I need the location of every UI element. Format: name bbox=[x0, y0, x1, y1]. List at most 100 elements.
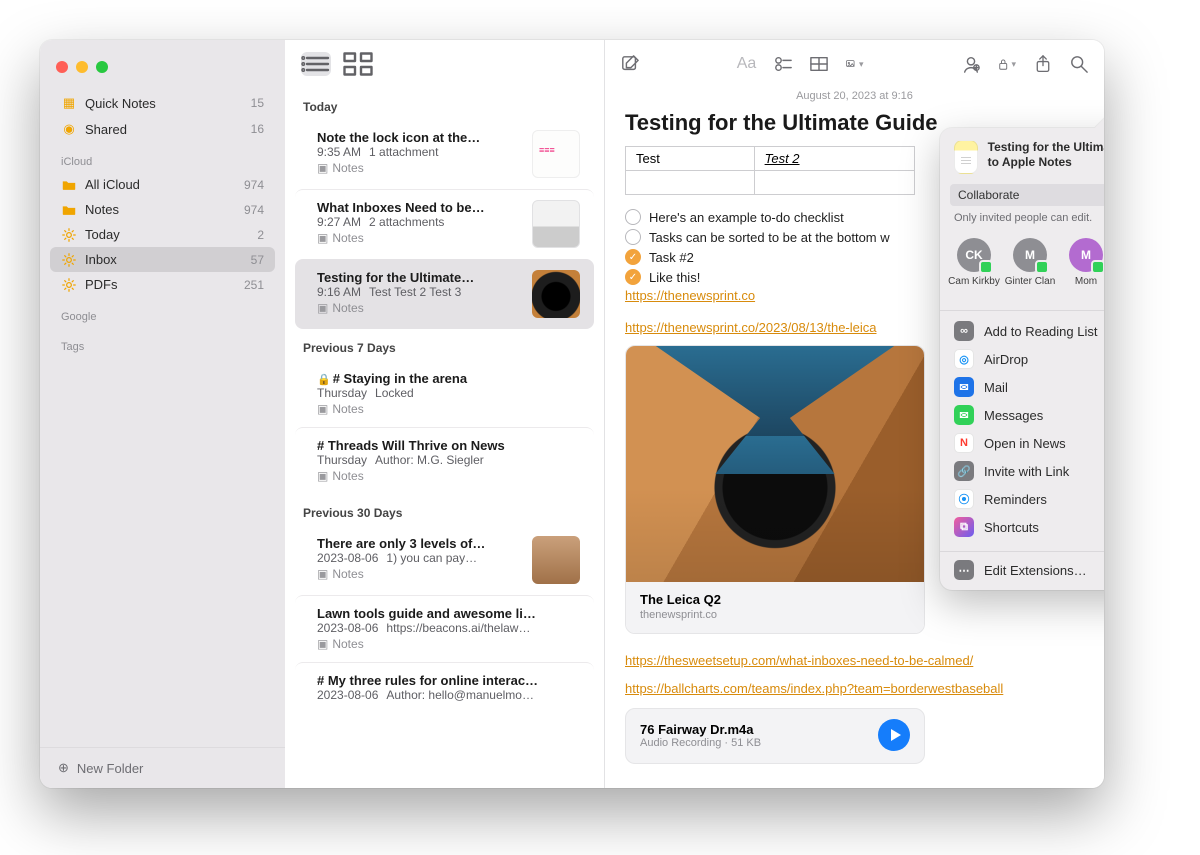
checklist-text: Task #2 bbox=[649, 250, 694, 265]
messages-badge-icon bbox=[1091, 260, 1104, 274]
table-cell[interactable] bbox=[754, 171, 914, 195]
format-button[interactable]: Aa bbox=[738, 55, 756, 73]
grid-view-button[interactable] bbox=[343, 52, 373, 76]
table-cell[interactable]: Test 2 bbox=[754, 147, 914, 171]
table-cell[interactable] bbox=[626, 171, 755, 195]
folder-icon bbox=[61, 253, 77, 267]
note-list-item[interactable]: # My three rules for online interac… 202… bbox=[295, 662, 594, 713]
table-button[interactable] bbox=[810, 55, 828, 73]
note-item-meta: Test Test 2 Test 3 bbox=[369, 285, 461, 299]
messages-badge-icon bbox=[979, 260, 993, 274]
share-person[interactable]: MGinter Clan bbox=[1003, 238, 1057, 298]
folder-icon: ▣ bbox=[317, 301, 328, 315]
share-target[interactable]: ◎AirDrop bbox=[940, 345, 1104, 373]
list-view-button[interactable] bbox=[301, 52, 331, 76]
close-window-button[interactable] bbox=[56, 61, 68, 73]
permission-text: Only invited people can edit. bbox=[954, 212, 1092, 224]
person-name: Ginter Clan bbox=[1005, 276, 1056, 287]
checkbox[interactable] bbox=[625, 229, 641, 245]
share-target[interactable]: ✉Messages bbox=[940, 401, 1104, 429]
lock-icon: 🔒 bbox=[317, 374, 331, 386]
note-item-title: There are only 3 levels of… bbox=[317, 536, 522, 551]
share-button[interactable] bbox=[1034, 55, 1052, 73]
sidebar-section-header[interactable]: Tags bbox=[50, 327, 275, 357]
sidebar-item[interactable]: Inbox 57 bbox=[50, 247, 275, 272]
app-icon: 🔗 bbox=[954, 461, 974, 481]
body-link[interactable]: https://thenewsprint.co/2023/08/13/the-l… bbox=[625, 320, 877, 335]
note-list-item[interactable]: # Threads Will Thrive on News ThursdayAu… bbox=[295, 427, 594, 494]
note-list-item[interactable]: Lawn tools guide and awesome li… 2023-08… bbox=[295, 595, 594, 662]
link-preview-card[interactable]: The Leica Q2 thenewsprint.co bbox=[625, 345, 925, 634]
shared-icon: ◉ bbox=[61, 121, 77, 137]
body-link[interactable]: https://thenewsprint.co bbox=[625, 288, 755, 303]
body-link[interactable]: https://ballcharts.com/teams/index.php?t… bbox=[625, 681, 1003, 696]
app-icon: N bbox=[954, 433, 974, 453]
checkbox[interactable]: ✓ bbox=[625, 269, 641, 285]
lock-button[interactable]: ▾ bbox=[998, 55, 1016, 73]
share-target[interactable]: ✉Mail bbox=[940, 373, 1104, 401]
share-mode-select[interactable]: Collaborate bbox=[950, 184, 1104, 206]
sidebar-section-header[interactable]: Google bbox=[50, 297, 275, 327]
note-folder-label: Notes bbox=[332, 161, 363, 175]
sidebar-section-header[interactable]: iCloud bbox=[50, 142, 275, 172]
note-table[interactable]: TestTest 2 bbox=[625, 146, 915, 195]
folder-icon bbox=[61, 228, 77, 242]
share-permissions-row[interactable]: Only invited people can edit. › bbox=[940, 206, 1104, 234]
media-button[interactable]: ▾ bbox=[846, 55, 864, 73]
checkbox[interactable] bbox=[625, 209, 641, 225]
note-list-item[interactable]: Testing for the Ultimate… 9:16 AMTest Te… bbox=[295, 259, 594, 329]
note-item-time: Thursday bbox=[317, 386, 367, 400]
table-cell[interactable]: Test bbox=[626, 147, 755, 171]
share-target[interactable]: 🔗Invite with Link bbox=[940, 457, 1104, 485]
note-item-title: Lawn tools guide and awesome li… bbox=[317, 606, 580, 621]
note-thumbnail bbox=[532, 270, 580, 318]
sidebar-shared[interactable]: ◉ Shared 16 bbox=[50, 116, 275, 142]
note-folder-label: Notes bbox=[332, 469, 363, 483]
share-target[interactable]: NOpen in News bbox=[940, 429, 1104, 457]
play-button[interactable] bbox=[878, 719, 910, 751]
checkbox[interactable]: ✓ bbox=[625, 249, 641, 265]
app-icon: ✉ bbox=[954, 377, 974, 397]
folder-icon: ▣ bbox=[317, 402, 328, 416]
note-list-item[interactable]: What Inboxes Need to be… 9:27 AM2 attach… bbox=[295, 189, 594, 259]
compose-button[interactable] bbox=[621, 55, 639, 73]
fullscreen-window-button[interactable] bbox=[96, 61, 108, 73]
minimize-window-button[interactable] bbox=[76, 61, 88, 73]
app-icon: ∞ bbox=[954, 321, 974, 341]
app-icon: ⧉ bbox=[954, 517, 974, 537]
collaborate-button[interactable] bbox=[962, 55, 980, 73]
sidebar-item[interactable]: Notes 974 bbox=[50, 197, 275, 222]
note-list-item[interactable]: 🔒# Staying in the arena ThursdayLocked ▣… bbox=[295, 361, 594, 427]
avatar: CK bbox=[957, 238, 991, 272]
checklist-button[interactable] bbox=[774, 55, 792, 73]
note-list-item[interactable]: There are only 3 levels of… 2023-08-061)… bbox=[295, 526, 594, 595]
note-item-time: 2023-08-06 bbox=[317, 551, 378, 565]
share-person[interactable]: MMom bbox=[1059, 238, 1104, 298]
note-thumbnail bbox=[532, 200, 580, 248]
note-item-title: 🔒# Staying in the arena bbox=[317, 371, 580, 386]
share-popover: Testing for the Ultimate Guide to Apple … bbox=[940, 128, 1104, 590]
share-target[interactable]: ⦿Reminders bbox=[940, 485, 1104, 513]
share-target[interactable]: ∞Add to Reading List bbox=[940, 317, 1104, 345]
folder-icon bbox=[61, 204, 77, 215]
note-folder-label: Notes bbox=[332, 637, 363, 651]
sidebar-item[interactable]: PDFs 251 bbox=[50, 272, 275, 297]
new-folder-button[interactable]: ⊕ New Folder bbox=[40, 747, 285, 788]
edit-extensions-button[interactable]: ⋯ Edit Extensions… bbox=[940, 556, 1104, 584]
sidebar-item[interactable]: All iCloud 974 bbox=[50, 172, 275, 197]
sidebar-item-count: 974 bbox=[244, 203, 264, 217]
sidebar-item-count: 57 bbox=[251, 253, 264, 267]
sidebar-quick-notes[interactable]: ▦ Quick Notes 15 bbox=[50, 90, 275, 116]
search-button[interactable] bbox=[1070, 55, 1088, 73]
share-target[interactable]: ⧉Shortcuts bbox=[940, 513, 1104, 541]
audio-title: 76 Fairway Dr.m4a bbox=[640, 722, 761, 737]
body-link[interactable]: https://thesweetsetup.com/what-inboxes-n… bbox=[625, 653, 973, 668]
sidebar-item-count: 251 bbox=[244, 278, 264, 292]
share-target-label: Reminders bbox=[984, 492, 1047, 507]
share-person[interactable]: CKCam Kirkby bbox=[947, 238, 1001, 298]
sidebar-item[interactable]: Today 2 bbox=[50, 222, 275, 247]
checklist-text: Tasks can be sorted to be at the bottom … bbox=[649, 230, 890, 245]
note-list-item[interactable]: Note the lock icon at the… 9:35 AM1 atta… bbox=[295, 120, 594, 189]
audio-attachment[interactable]: 76 Fairway Dr.m4a Audio Recording · 51 K… bbox=[625, 708, 925, 764]
note-date: August 20, 2023 at 9:16 bbox=[605, 88, 1104, 110]
